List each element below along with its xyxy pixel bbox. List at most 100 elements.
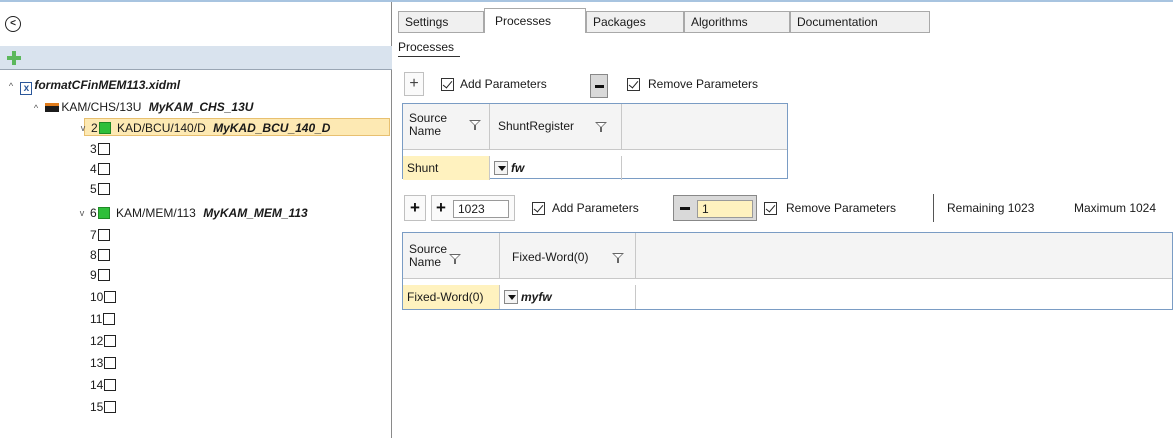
remove-parameters-label: Remove Parameters <box>786 201 897 215</box>
column-header-source-name[interactable]: Source Name <box>403 233 500 279</box>
slot-number: 12 <box>90 334 104 348</box>
add-parameter-button[interactable]: + <box>404 195 426 221</box>
tree-slot-15[interactable]: 15 <box>90 398 117 416</box>
tab-settings[interactable]: Settings <box>398 11 484 33</box>
slot-number: 6 <box>90 206 97 220</box>
tree-slot-11[interactable]: 11 <box>90 310 116 328</box>
slot-number: 13 <box>90 356 104 370</box>
add-icon[interactable] <box>7 51 21 65</box>
maximum-count: Maximum 1024 <box>1074 201 1157 215</box>
column-header-shuntregister[interactable]: ShuntRegister <box>490 104 622 150</box>
slot-number: 4 <box>90 162 97 176</box>
tree-slot-12[interactable]: 12 <box>90 332 117 350</box>
empty-slot-icon <box>97 143 110 155</box>
slot-number: 15 <box>90 400 104 414</box>
remove-parameters-checkbox[interactable] <box>764 202 777 215</box>
slot-number: 9 <box>90 268 97 282</box>
tree-root[interactable]: ^ x formatCFinMEM113.xidml <box>5 76 181 95</box>
tree-slot-10[interactable]: 10 <box>90 288 117 306</box>
tree-slot-9[interactable]: 9 <box>90 266 110 284</box>
add-count-input[interactable]: 1023 <box>453 200 509 218</box>
empty-slot-icon <box>97 269 110 281</box>
tree-slot-6[interactable]: v 6 KAM/MEM/113 MyKAM_MEM_113 <box>80 204 308 222</box>
filter-icon[interactable] <box>595 121 607 133</box>
section-underline <box>398 56 460 57</box>
remove-parameter-button[interactable] <box>590 74 608 98</box>
empty-slot-icon <box>104 335 117 347</box>
slot-number: 5 <box>90 182 97 196</box>
empty-slot-icon <box>97 249 110 261</box>
tab-packages[interactable]: Packages <box>586 11 684 33</box>
grid-header: Source Name ShuntRegister <box>403 104 787 150</box>
remove-count-input[interactable]: 1 <box>697 200 753 218</box>
source-name-cell[interactable]: Shunt <box>403 156 490 180</box>
empty-slot-icon <box>104 291 117 303</box>
add-parameters-checkbox[interactable] <box>441 78 454 91</box>
filter-icon[interactable] <box>449 253 461 265</box>
column-header-label: Fixed-Word(0) <box>512 250 589 264</box>
tree-slot-8[interactable]: 8 <box>90 246 110 264</box>
source-name-cell[interactable]: Fixed-Word(0) <box>403 285 500 309</box>
grid-header: Source Name Fixed-Word(0) <box>403 233 1172 279</box>
tab-algorithms[interactable]: Algorithms <box>684 11 790 33</box>
module-occupied-icon <box>98 122 111 134</box>
chassis-type: KAM/CHS/13U <box>61 100 142 114</box>
module-type: KAD/BCU/140/D <box>117 121 206 135</box>
chevron-up-icon[interactable]: ^ <box>30 99 42 117</box>
slot-number: 7 <box>90 228 97 242</box>
chevron-down-icon[interactable]: v <box>76 204 88 222</box>
add-parameters-label: Add Parameters <box>552 201 639 215</box>
tree-chassis[interactable]: ^ KAM/CHS/13U MyKAM_CHS_13U <box>30 98 254 117</box>
chassis-icon <box>45 103 60 112</box>
empty-slot-icon <box>97 229 110 241</box>
module-name: MyKAM_MEM_113 <box>203 206 308 220</box>
tab-processes[interactable]: Processes <box>484 8 586 33</box>
column-header-source-name[interactable]: Source Name <box>403 104 490 150</box>
tree-slot-5[interactable]: 5 <box>90 180 110 198</box>
chevron-up-icon[interactable]: ^ <box>5 77 17 95</box>
collapse-panel-button[interactable]: < <box>5 16 21 32</box>
slot-number: 8 <box>90 248 97 262</box>
column-header-fixed-word[interactable]: Fixed-Word(0) <box>500 233 636 279</box>
tree-slot-14[interactable]: 14 <box>90 376 117 394</box>
empty-slot-icon <box>104 379 117 391</box>
parameter-value: myfw <box>521 290 552 304</box>
root-file-name: formatCFinMEM113.xidml <box>34 78 181 92</box>
module-occupied-icon <box>97 207 110 219</box>
add-parameters-label: Add Parameters <box>460 77 547 91</box>
module-name: MyKAD_BCU_140_D <box>213 121 331 135</box>
remove-parameter-minus-icon[interactable] <box>680 207 690 210</box>
dropdown-arrow-icon[interactable] <box>494 161 508 175</box>
left-toolbar <box>0 46 392 70</box>
chassis-name: MyKAM_CHS_13U <box>148 100 254 114</box>
xidml-file-icon: x <box>20 82 33 95</box>
tree-slot-13[interactable]: 13 <box>90 354 117 372</box>
column-header-label: Source Name <box>409 242 448 269</box>
dropdown-arrow-icon[interactable] <box>504 290 518 304</box>
add-count-plus-icon[interactable]: + <box>436 198 446 217</box>
tree-slot-3[interactable]: 3 <box>90 140 110 158</box>
tab-divider <box>398 32 930 33</box>
add-parameters-checkbox[interactable] <box>532 202 545 215</box>
parameter-cell[interactable]: fw <box>490 156 622 180</box>
tree-slot-7[interactable]: 7 <box>90 226 110 244</box>
tab-documentation[interactable]: Documentation <box>790 11 930 33</box>
empty-slot-icon <box>103 313 116 325</box>
slot-number: 14 <box>90 378 104 392</box>
empty-slot-icon <box>104 357 117 369</box>
remaining-count: Remaining 1023 <box>947 201 1035 215</box>
filter-icon[interactable] <box>612 252 624 264</box>
remove-parameters-checkbox[interactable] <box>627 78 640 91</box>
remove-parameters-label: Remove Parameters <box>648 77 759 91</box>
chevron-down-icon[interactable]: v <box>77 119 89 137</box>
section-title: Processes <box>398 40 455 54</box>
filter-icon[interactable] <box>469 119 481 131</box>
left-panel: < ^ x formatCFinMEM113.xidml ^ KAM/CHS/13… <box>0 2 392 438</box>
processes-grid-2: Source Name Fixed-Word(0) Fixed-Word(0) m… <box>402 232 1173 310</box>
add-parameter-button[interactable]: + <box>404 72 424 96</box>
module-type: KAM/MEM/113 <box>116 206 196 220</box>
tree-slot-4[interactable]: 4 <box>90 160 110 178</box>
slot-number: 3 <box>90 142 97 156</box>
parameter-cell[interactable]: myfw <box>500 285 636 309</box>
tree-slot-2[interactable]: v 2 KAD/BCU/140/D MyKAD_BCU_140_D <box>81 118 390 136</box>
